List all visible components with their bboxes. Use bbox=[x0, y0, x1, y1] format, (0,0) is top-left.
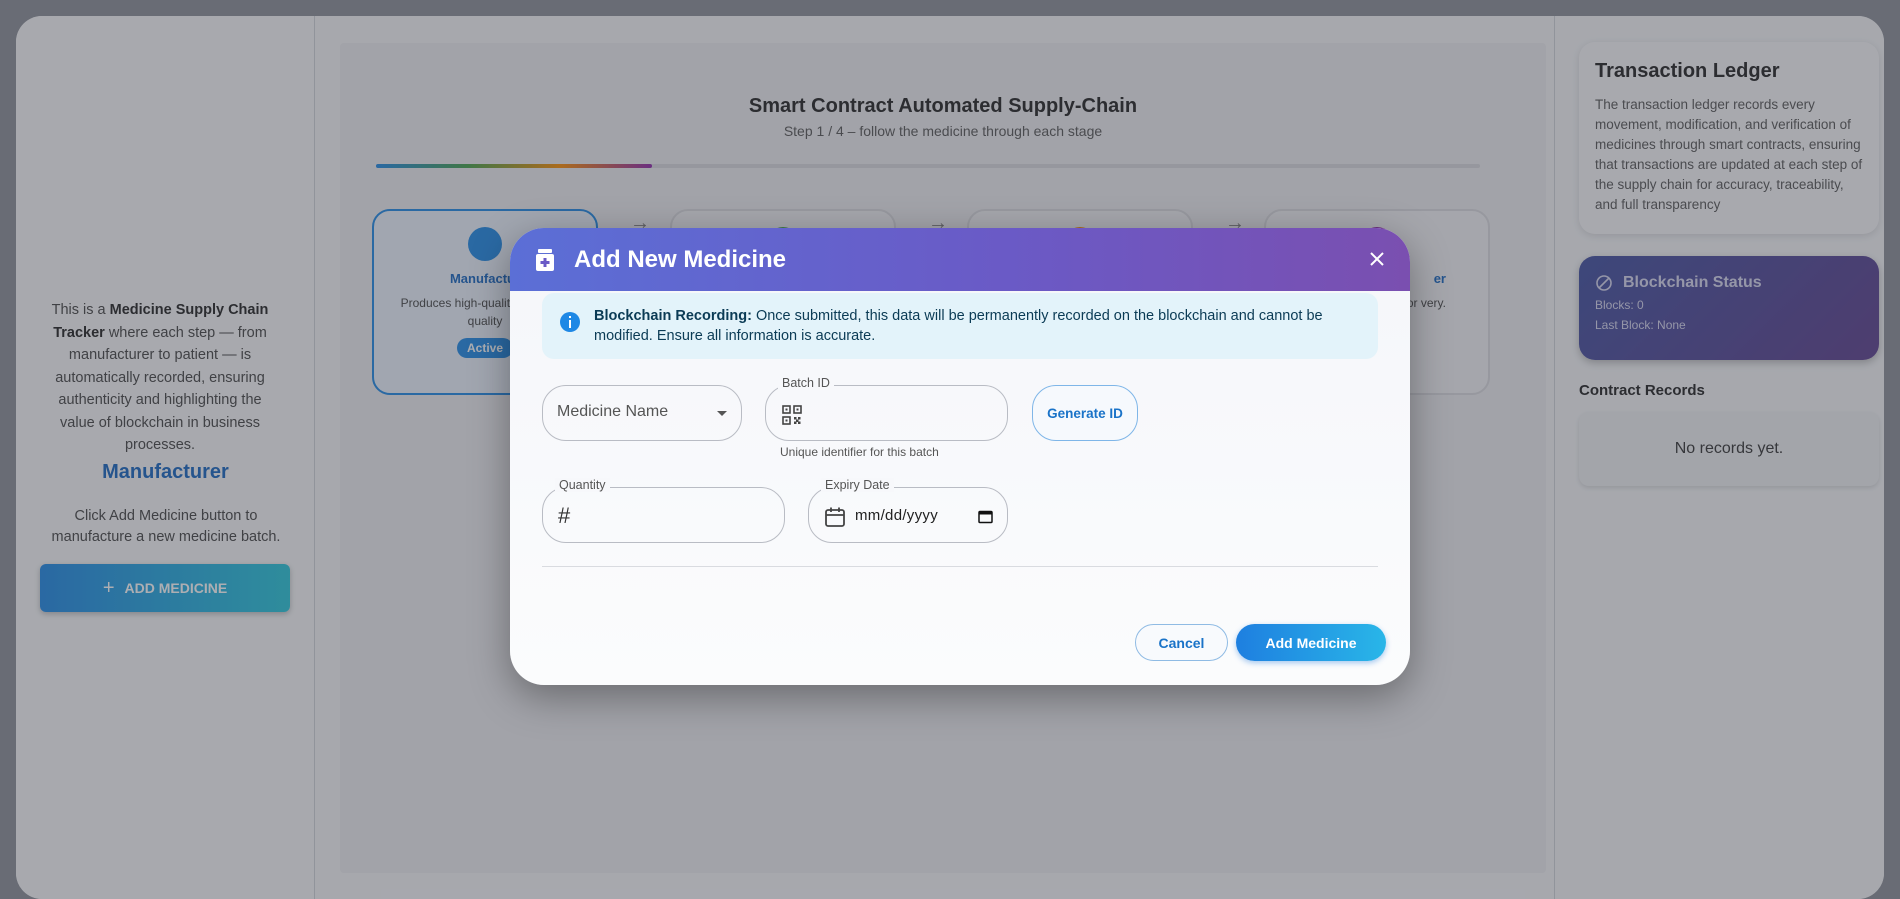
add-medicine-dialog: Add New Medicine Blockchain Recording: O… bbox=[510, 228, 1410, 685]
dialog-title: Add New Medicine bbox=[574, 245, 787, 273]
qr-code-icon bbox=[782, 405, 802, 425]
dialog-header: Add New Medicine bbox=[510, 228, 1410, 291]
expiry-date-value: mm/dd/yyyy bbox=[855, 507, 939, 524]
batch-id-helper: Unique identifier for this batch bbox=[780, 445, 939, 459]
medicine-name-select[interactable]: Medicine Name bbox=[542, 385, 742, 441]
alert-heading: Blockchain Recording: bbox=[594, 308, 752, 324]
form-divider bbox=[542, 566, 1378, 567]
close-icon[interactable] bbox=[1362, 244, 1392, 274]
date-picker-icon[interactable] bbox=[978, 509, 993, 524]
info-icon bbox=[560, 312, 580, 332]
generate-id-button[interactable]: Generate ID bbox=[1032, 385, 1138, 441]
expiry-date-field[interactable]: Expiry Date mm/dd/yyyy bbox=[808, 478, 1008, 543]
blockchain-info-alert: Blockchain Recording: Once submitted, th… bbox=[542, 293, 1378, 359]
chevron-down-icon bbox=[717, 411, 727, 416]
batch-id-field[interactable]: Batch ID bbox=[765, 376, 1008, 441]
expiry-date-label: Expiry Date bbox=[821, 478, 894, 492]
cancel-button[interactable]: Cancel bbox=[1135, 624, 1228, 661]
medicine-bottle-icon bbox=[536, 248, 554, 271]
medicine-name-placeholder: Medicine Name bbox=[557, 403, 669, 420]
quantity-field[interactable]: Quantity # bbox=[542, 478, 785, 543]
hash-icon: # bbox=[558, 503, 571, 528]
quantity-label: Quantity bbox=[555, 478, 610, 492]
add-medicine-submit-button[interactable]: Add Medicine bbox=[1236, 624, 1386, 661]
calendar-icon bbox=[825, 507, 845, 527]
batch-id-label: Batch ID bbox=[778, 376, 834, 390]
